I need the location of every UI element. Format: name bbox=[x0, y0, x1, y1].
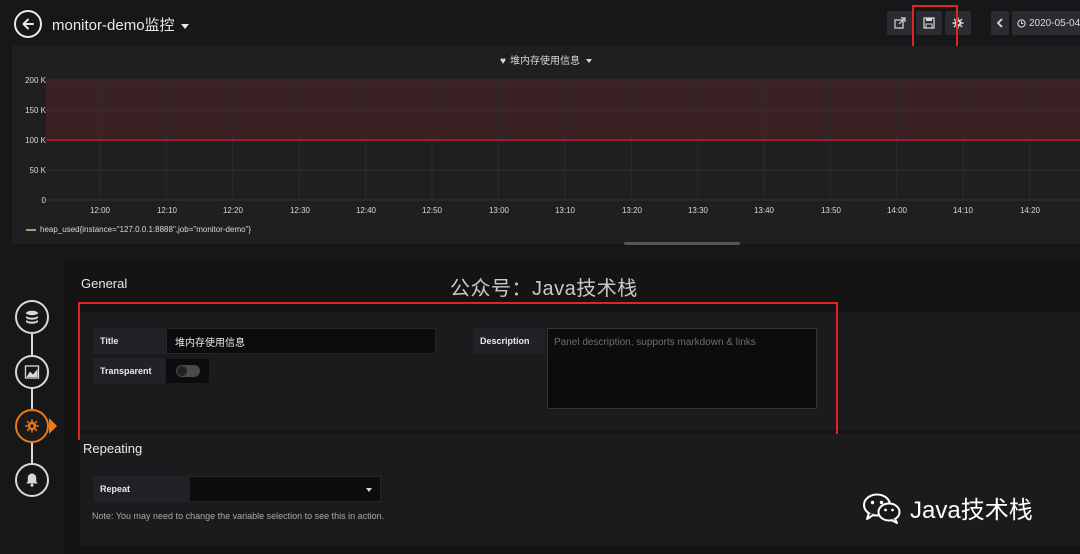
y-tick-label: 50 K bbox=[29, 166, 46, 175]
wechat-icon bbox=[863, 493, 901, 524]
arrow-left-icon bbox=[22, 18, 34, 30]
x-tick-label: 12:30 bbox=[289, 206, 311, 215]
general-section-title: General bbox=[81, 276, 128, 291]
y-tick-label: 0 bbox=[41, 196, 46, 205]
database-icon bbox=[26, 310, 38, 324]
share-button[interactable] bbox=[887, 11, 913, 35]
x-tick-label: 12:50 bbox=[421, 206, 443, 215]
dashboard-title: monitor-demo监控 bbox=[52, 17, 175, 34]
back-button[interactable] bbox=[14, 10, 42, 38]
x-tick-label: 13:10 bbox=[554, 206, 576, 215]
gear-wrench-icon bbox=[25, 419, 39, 433]
x-tick-label: 13:40 bbox=[753, 206, 775, 215]
y-tick-label: 200 K bbox=[25, 76, 46, 85]
bell-icon bbox=[26, 473, 38, 487]
active-nav-pointer bbox=[49, 418, 57, 434]
x-tick-label: 13:50 bbox=[820, 206, 842, 215]
x-tick-label: 12:40 bbox=[355, 206, 377, 215]
legend-label: heap_used{instance="127.0.0.1:8888",job=… bbox=[40, 225, 252, 234]
x-tick-label: 12:00 bbox=[89, 206, 111, 215]
x-tick-label: 13:20 bbox=[621, 206, 643, 215]
x-tick-label: 13:30 bbox=[687, 206, 709, 215]
nav-visualization[interactable] bbox=[15, 355, 49, 389]
x-tick-label: 12:10 bbox=[156, 206, 178, 215]
x-tick-label: 12:20 bbox=[222, 206, 244, 215]
top-bar: monitor-demo监控 2020-05-04 bbox=[0, 0, 1080, 53]
x-tick-label: 14:00 bbox=[886, 206, 908, 215]
chevron-left-icon bbox=[996, 18, 1003, 28]
time-back-button[interactable] bbox=[991, 11, 1009, 35]
x-tick-label: 14:10 bbox=[952, 206, 974, 215]
repeat-select[interactable] bbox=[189, 476, 381, 502]
repeat-label: Repeat bbox=[93, 476, 188, 502]
watermark-top: 公众号：Java技术栈 bbox=[450, 278, 638, 300]
time-range-label: 2020-05-04 bbox=[1029, 17, 1080, 29]
legend-swatch bbox=[26, 228, 36, 231]
x-tick-label: 14:20 bbox=[1019, 206, 1041, 215]
clock-icon bbox=[1017, 18, 1026, 28]
panel-resize-handle[interactable] bbox=[624, 242, 740, 245]
nav-queries[interactable] bbox=[15, 300, 49, 334]
legend-item[interactable]: heap_used{instance="127.0.0.1:8888",job=… bbox=[26, 225, 251, 234]
dashboard-title-picker[interactable]: monitor-demo监控 bbox=[52, 14, 189, 35]
share-icon bbox=[894, 17, 906, 29]
chart-area-icon bbox=[24, 365, 40, 379]
nav-alerts[interactable] bbox=[15, 463, 49, 497]
nav-general-settings[interactable] bbox=[15, 409, 49, 443]
y-tick-label: 150 K bbox=[25, 106, 46, 115]
chevron-down-icon bbox=[180, 23, 189, 29]
highlight-box-general bbox=[78, 302, 838, 440]
x-tick-label: 13:00 bbox=[488, 206, 510, 215]
repeat-note: Note: You may need to change the variabl… bbox=[92, 511, 385, 521]
graph-panel: ♥ 堆内存使用信息 200 K 150 K 100 K 50 K 0 12:00 … bbox=[12, 46, 1080, 245]
watermark-bottom-text: Java技术栈 bbox=[910, 497, 1033, 524]
watermark-bottom: Java技术栈 bbox=[862, 490, 1033, 525]
repeating-section-title: Repeating bbox=[83, 441, 143, 456]
time-picker-button[interactable]: 2020-05-04 bbox=[1012, 11, 1080, 35]
y-tick-label: 100 K bbox=[25, 136, 46, 145]
chevron-down-icon bbox=[366, 488, 372, 492]
